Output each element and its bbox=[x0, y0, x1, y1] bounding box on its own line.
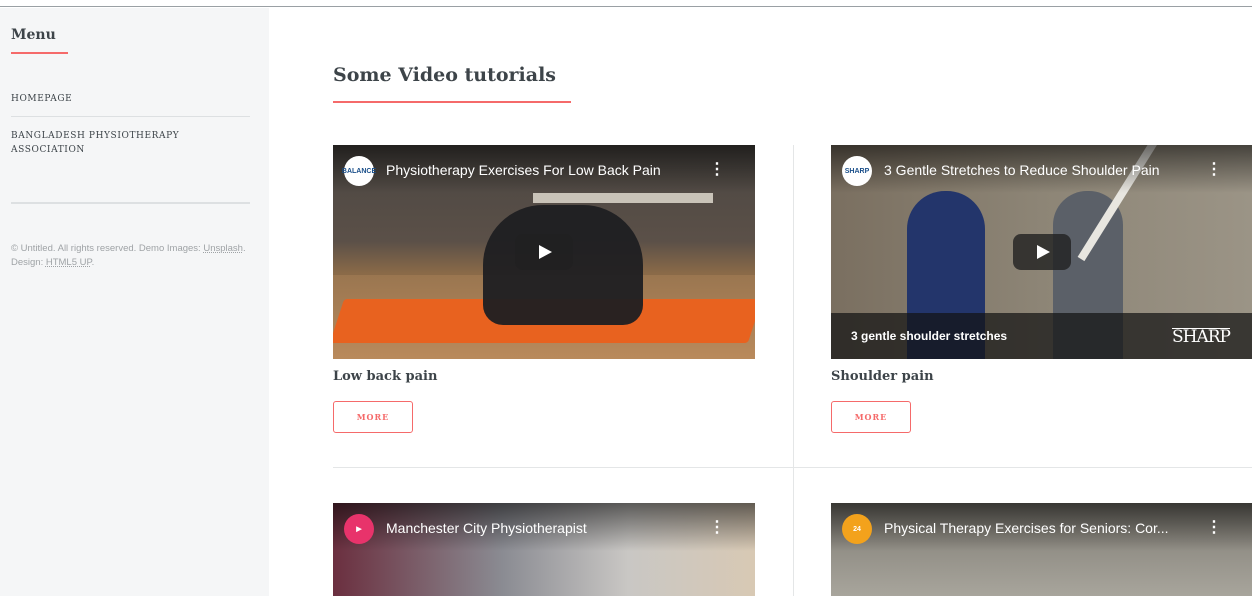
video-embed-seniors-exercises[interactable]: 24 Physical Therapy Exercises for Senior… bbox=[831, 503, 1252, 596]
sharp-logo: SHARP bbox=[1172, 327, 1231, 347]
video-title[interactable]: 3 Gentle Stretches to Reduce Shoulder Pa… bbox=[884, 162, 1160, 178]
sidebar-item-bangladesh-physiotherapy-association[interactable]: BANGLADESH PHYSIOTHERAPY ASSOCIATION bbox=[11, 129, 241, 157]
play-button-icon[interactable] bbox=[515, 234, 573, 270]
channel-avatar[interactable]: 24 bbox=[842, 514, 872, 544]
channel-avatar[interactable]: SHARP bbox=[842, 156, 872, 186]
more-button[interactable]: MORE bbox=[831, 401, 911, 433]
sidebar-section-divider bbox=[11, 202, 250, 204]
menu-title: Menu bbox=[11, 27, 56, 43]
column-divider bbox=[793, 145, 794, 596]
video-banner-text: 3 gentle shoulder stretches bbox=[851, 329, 1008, 343]
page-title-underline bbox=[333, 101, 571, 103]
more-options-icon[interactable]: ⋮ bbox=[1206, 520, 1222, 536]
sidebar-item-homepage[interactable]: HOMEPAGE bbox=[11, 92, 241, 106]
play-button-icon[interactable] bbox=[1013, 234, 1071, 270]
video-title[interactable]: Physiotherapy Exercises For Low Back Pai… bbox=[386, 162, 661, 178]
menu-title-underline bbox=[11, 52, 68, 54]
row-divider bbox=[333, 467, 1252, 468]
channel-avatar[interactable]: ▶ bbox=[344, 514, 374, 544]
sidebar-footer: © Untitled. All rights reserved. Demo Im… bbox=[11, 242, 251, 270]
unsplash-link[interactable]: Unsplash bbox=[203, 243, 243, 254]
html5up-link[interactable]: HTML5 UP bbox=[46, 257, 92, 268]
footer-text: © Untitled. All rights reserved. Demo Im… bbox=[11, 243, 204, 254]
footer-suffix: . bbox=[91, 257, 95, 268]
top-border bbox=[0, 0, 1252, 7]
more-options-icon[interactable]: ⋮ bbox=[1206, 162, 1222, 178]
video-scene-shelf bbox=[533, 193, 713, 203]
video-embed-low-back-pain[interactable]: BALANCE Physiotherapy Exercises For Low … bbox=[333, 145, 755, 359]
page-title: Some Video tutorials bbox=[333, 64, 556, 86]
video-embed-manchester-city[interactable]: ▶ Manchester City Physiotherapist ⋮ bbox=[333, 503, 755, 596]
more-button[interactable]: MORE bbox=[333, 401, 413, 433]
card-title: Low back pain bbox=[333, 369, 438, 384]
video-embed-shoulder-pain[interactable]: SHARP 3 Gentle Stretches to Reduce Shoul… bbox=[831, 145, 1252, 359]
more-options-icon[interactable]: ⋮ bbox=[709, 162, 725, 178]
channel-avatar[interactable]: BALANCE bbox=[342, 156, 376, 186]
card-title: Shoulder pain bbox=[831, 369, 934, 384]
sidebar-divider bbox=[11, 116, 250, 117]
sidebar: Menu HOMEPAGE BANGLADESH PHYSIOTHERAPY A… bbox=[0, 8, 269, 596]
video-title[interactable]: Physical Therapy Exercises for Seniors: … bbox=[884, 520, 1169, 536]
more-options-icon[interactable]: ⋮ bbox=[709, 520, 725, 536]
video-title[interactable]: Manchester City Physiotherapist bbox=[386, 520, 587, 536]
